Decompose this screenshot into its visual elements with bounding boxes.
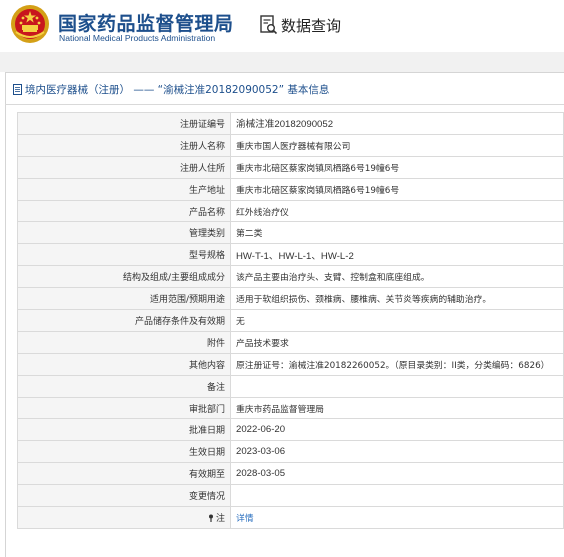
registration-info-table: 注册证编号 渝械注准20182090052 注册人名称 重庆市国人医疗器械有限公…: [17, 112, 564, 529]
table-row: 注册证编号 渝械注准20182090052: [17, 112, 564, 135]
field-value: 无: [230, 309, 564, 332]
field-value: 原注册证号：渝械注准20182260052。（原目录类别：II类，分类编码：68…: [230, 352, 564, 376]
table-row: 变更情况: [17, 484, 564, 508]
field-value: 该产品主要由治疗头、支臂、控制盒和底座组成。: [230, 265, 564, 289]
field-value: 红外线治疗仪: [230, 199, 564, 223]
field-value: 渝械注准20182090052: [230, 112, 564, 135]
table-row: 适用范围/预期用途 适用于软组织损伤、颈椎病、腰椎病、关节炎等疾病的辅助治疗。: [17, 287, 564, 311]
field-label: 适用范围/预期用途: [17, 287, 231, 311]
field-value: [230, 374, 564, 398]
breadcrumb-text: 境内医疗器械（注册） —— “渝械注准20182090052” 基本信息: [25, 84, 330, 96]
table-row: 备注: [17, 374, 564, 398]
note-label: 注: [215, 513, 225, 524]
table-row: 批准日期 2022-06-20: [17, 418, 564, 442]
table-row: 生效日期 2023-03-06: [17, 440, 564, 464]
table-row: 产品名称 红外线治疗仪: [17, 199, 564, 223]
field-value: 详情: [230, 506, 564, 529]
site-title-cn[interactable]: 国家药品监督管理局: [58, 9, 234, 36]
table-row: 注册人名称 重庆市国人医疗器械有限公司: [17, 133, 564, 157]
note-marker-icon: [208, 514, 213, 522]
table-row: 生产地址 重庆市北碚区蔡家岗镇凤栖路6号19幢6号: [17, 177, 564, 201]
table-row: 结构及组成/主要组成成分 该产品主要由治疗头、支臂、控制盒和底座组成。: [17, 265, 564, 289]
field-value: 2023-03-06: [230, 440, 564, 464]
field-label: 注: [17, 506, 231, 529]
field-value: HW-T-1、HW-L-1、HW-L-2: [230, 243, 564, 267]
field-label: 型号规格: [17, 243, 231, 267]
header-divider: [0, 52, 564, 72]
table-row: 其他内容 原注册证号：渝械注准20182260052。（原目录类别：II类，分类…: [17, 352, 564, 376]
table-row: 管理类别 第二类: [17, 221, 564, 245]
field-value: 重庆市国人医疗器械有限公司: [230, 133, 564, 157]
field-label: 变更情况: [17, 484, 231, 508]
field-label: 注册人住所: [17, 155, 231, 179]
field-value: 重庆市北碚区蔡家岗镇凤栖路6号19幢6号: [230, 177, 564, 201]
table-row: 型号规格 HW-T-1、HW-L-1、HW-L-2: [17, 243, 564, 267]
field-label: 管理类别: [17, 221, 231, 245]
field-label: 生效日期: [17, 440, 231, 464]
field-label: 生产地址: [17, 177, 231, 201]
site-title-en[interactable]: National Medical Products Administration: [59, 33, 215, 43]
field-label: 其他内容: [17, 352, 231, 376]
breadcrumb-divider: [5, 104, 564, 105]
field-label: 附件: [17, 330, 231, 354]
field-value: 适用于软组织损伤、颈椎病、腰椎病、关节炎等疾病的辅助治疗。: [230, 287, 564, 311]
table-row: 注 详情: [17, 506, 564, 529]
data-search-icon[interactable]: [260, 15, 278, 35]
field-value: 产品技术要求: [230, 330, 564, 354]
field-value: [230, 484, 564, 508]
field-label: 产品名称: [17, 199, 231, 223]
field-label: 注册人名称: [17, 133, 231, 157]
site-header: 国家药品监督管理局 National Medical Products Admi…: [0, 0, 564, 52]
field-value: 第二类: [230, 221, 564, 245]
table-row: 注册人住所 重庆市北碚区蔡家岗镇凤栖路6号19幢6号: [17, 155, 564, 179]
field-label: 批准日期: [17, 418, 231, 442]
field-value: 2022-06-20: [230, 418, 564, 442]
table-row: 产品储存条件及有效期 无: [17, 309, 564, 332]
table-row: 有效期至 2028-03-05: [17, 462, 564, 486]
field-label: 结构及组成/主要组成成分: [17, 265, 231, 289]
details-link[interactable]: 详情: [236, 514, 254, 524]
table-row: 审批部门 重庆市药品监督管理局: [17, 396, 564, 420]
field-label: 审批部门: [17, 396, 231, 420]
nav-data-query[interactable]: 数据查询: [281, 15, 341, 36]
field-label: 有效期至: [17, 462, 231, 486]
field-value: 重庆市药品监督管理局: [230, 396, 564, 420]
table-row: 附件 产品技术要求: [17, 330, 564, 354]
field-label: 产品储存条件及有效期: [17, 309, 231, 332]
field-label: 备注: [17, 374, 231, 398]
field-label: 注册证编号: [17, 112, 231, 135]
document-icon: [13, 84, 22, 95]
field-value: 重庆市北碚区蔡家岗镇凤栖路6号19幢6号: [230, 155, 564, 179]
national-emblem-icon: [11, 5, 49, 43]
breadcrumb: 境内医疗器械（注册） —— “渝械注准20182090052” 基本信息: [13, 82, 329, 97]
field-value: 2028-03-05: [230, 462, 564, 486]
